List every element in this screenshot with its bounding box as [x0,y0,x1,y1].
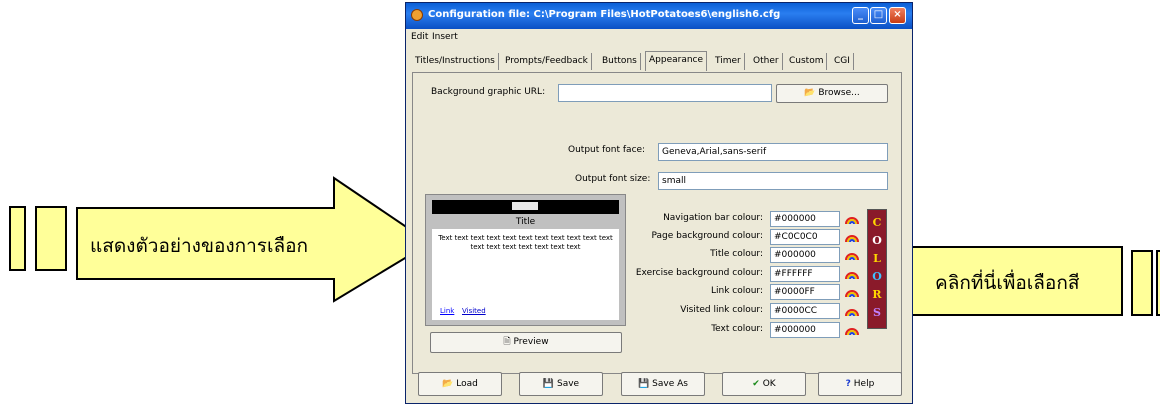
right-annotation-text: คลิกที่นี่เพื่อเลือกสี [935,272,1080,294]
page-background-colour-picker-icon[interactable] [845,230,859,244]
help-icon: ? [845,379,851,389]
left-callout-bar-1 [9,206,26,271]
save-button[interactable]: 💾 Save [519,372,603,396]
left-callout-bar-2 [35,206,67,271]
tab-other[interactable]: Other [750,53,783,70]
ok-button-label: OK [762,379,776,389]
load-button[interactable]: 📂 Load [418,372,502,396]
link-colour-input[interactable]: #0000FF [770,284,840,300]
app-icon [411,9,423,21]
title-colour-label: Title colour: [710,249,763,259]
visited-link-colour-picker-icon[interactable] [845,304,859,318]
visited-link-colour-label: Visited link colour: [680,305,763,315]
window-title: Configuration file: C:\Program Files\Hot… [428,9,781,20]
font-size-label: Output font size: [575,174,651,184]
colors-letter-4: O [872,270,882,283]
font-face-input[interactable]: Geneva,Arial,sans-serif [658,143,888,161]
tab-cgi[interactable]: CGI [831,53,854,70]
visited-link-colour-input[interactable]: #0000CC [770,303,840,319]
navigation-bar-colour-picker-icon[interactable] [845,212,859,226]
exercise-background-colour-picker-icon[interactable] [845,267,859,281]
maximize-button[interactable]: □ [870,7,887,24]
menu-insert[interactable]: Insert [432,32,458,42]
font-face-label: Output font face: [568,145,646,155]
navigation-bar-colour-label: Navigation bar colour: [663,213,763,223]
link-colour-picker-icon[interactable] [845,285,859,299]
load-button-label: Load [456,379,478,389]
page-background-colour-label: Page background colour: [651,231,763,241]
exercise-background-colour-input[interactable]: #FFFFFF [770,266,840,282]
page-background-colour-input[interactable]: #C0C0C0 [770,229,840,245]
left-annotation-text: แสดงตัวอย่างของการเลือก [90,235,309,257]
folder-icon: 📂 [442,379,454,389]
colors-letter-5: R [872,288,882,301]
checkmark-icon: ✔ [752,379,760,389]
floppy-disk-icon: 💾 [542,379,555,389]
menu-edit[interactable]: Edit [411,32,428,42]
tab-titles-instructions[interactable]: Titles/Instructions [412,53,499,70]
preview-button-label: Preview [513,337,549,347]
colors-letter-2: O [872,234,882,247]
help-button[interactable]: ? Help [818,372,902,396]
colors-letter-3: L [873,252,881,265]
background-url-label: Background graphic URL: [431,87,546,97]
exercise-background-colour-label: Exercise background colour: [635,268,763,278]
preview-navigation-bar [432,200,619,214]
colors-letter-6: S [873,306,881,319]
save-button-label: Save [557,379,580,389]
text-colour-picker-icon[interactable] [845,323,859,337]
font-size-input[interactable]: small [658,172,888,190]
text-colour-label: Text colour: [711,324,763,334]
tab-timer[interactable]: Timer [712,53,745,70]
config-dialog: Configuration file: C:\Program Files\Hot… [405,2,913,404]
background-url-input[interactable] [558,84,772,102]
title-bar: Configuration file: C:\Program Files\Hot… [406,3,912,29]
preview-text: Text text text text text text text text … [438,234,613,251]
browse-button-label: Browse... [818,88,860,98]
preview-icon: 🗎 [503,337,511,347]
tab-custom[interactable]: Custom [786,53,828,70]
floppy-disk-icon: 💾 [638,379,650,389]
save-as-button-label: Save As [652,379,688,389]
link-colour-label: Link colour: [710,286,763,296]
preview-button[interactable]: 🗎 Preview [430,332,622,353]
browse-button[interactable]: 📂 Browse... [776,84,888,103]
tab-prompts-feedback[interactable]: Prompts/Feedback [502,53,592,70]
ok-button[interactable]: ✔ OK [722,372,806,396]
colors-banner: C O L O R S [867,209,887,329]
save-as-button[interactable]: 💾 Save As [621,372,705,396]
minimize-button[interactable]: _ [852,7,869,24]
help-button-label: Help [853,379,875,389]
preview-visited-link: Visited [462,307,486,315]
appearance-preview: Title Text text text text text text text… [425,194,626,326]
preview-exercise-area: Text text text text text text text text … [432,229,619,320]
preview-link: Link [440,307,455,315]
title-colour-input[interactable]: #000000 [770,247,840,263]
navigation-bar-colour-input[interactable]: #000000 [770,211,840,227]
text-colour-input[interactable]: #000000 [770,322,840,338]
colors-letter-1: C [872,216,882,229]
menu-bar: Edit Insert [406,29,912,45]
preview-title: Title [515,217,536,227]
folder-open-icon: 📂 [804,88,816,98]
appearance-panel: Background graphic URL: 📂 Browse... Outp… [412,72,902,374]
right-callout-bar-1 [1131,250,1153,316]
preview-nav-button [512,202,538,210]
tab-buttons[interactable]: Buttons [599,53,641,70]
title-colour-picker-icon[interactable] [845,248,859,262]
close-button[interactable]: × [889,7,906,24]
tab-appearance[interactable]: Appearance [645,51,708,71]
